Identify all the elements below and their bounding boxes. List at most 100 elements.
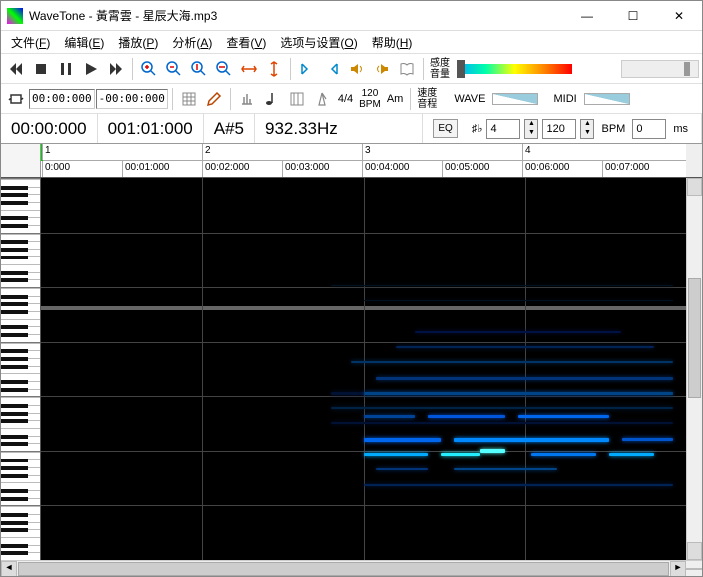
- time-tick: 00:07:000: [605, 162, 650, 173]
- close-button[interactable]: ✕: [656, 1, 702, 31]
- energy-band: [396, 346, 654, 348]
- energy-band: [364, 484, 674, 486]
- time-tick: 00:03:000: [285, 162, 330, 173]
- play-button[interactable]: [79, 57, 103, 81]
- midi-label: MIDI: [553, 93, 576, 105]
- status-time-total: 001:01:000: [98, 114, 204, 143]
- energy-band: [415, 331, 621, 333]
- energy-band: [454, 438, 609, 442]
- fit-height-icon[interactable]: [262, 57, 286, 81]
- note-icon[interactable]: [260, 87, 284, 111]
- maximize-button[interactable]: ☐: [610, 1, 656, 31]
- beats-spinner[interactable]: ▲▼: [524, 119, 538, 139]
- energy-band: [351, 361, 674, 363]
- bpm-spinner[interactable]: ▲▼: [580, 119, 594, 139]
- horizontal-scrollbar[interactable]: ◄►: [1, 560, 702, 576]
- loop-b-icon[interactable]: [320, 57, 344, 81]
- energy-band: [531, 453, 596, 456]
- sensitivity-label: 感度音量: [428, 58, 452, 80]
- sensitivity-slider[interactable]: [457, 64, 572, 74]
- bpm-text: BPM: [601, 123, 625, 135]
- zoom-in-icon[interactable]: [137, 57, 161, 81]
- energy-band: [364, 453, 429, 456]
- pause-button[interactable]: [54, 57, 78, 81]
- wave-slider[interactable]: [492, 93, 538, 105]
- time-ruler[interactable]: 1 2 3 4 0:000 00:01:000 00:02:000 00:03:000 00:…: [41, 144, 686, 177]
- offset-input[interactable]: [632, 119, 666, 139]
- minimize-button[interactable]: —: [564, 1, 610, 31]
- status-time-current: 00:00:000: [1, 114, 98, 143]
- energy-band: [364, 438, 441, 442]
- energy-band: [364, 415, 416, 418]
- energy-band: [428, 415, 505, 418]
- menu-file[interactable]: 文件(F): [5, 32, 56, 53]
- energy-band: [364, 392, 674, 395]
- time-tick: 00:01:000: [125, 162, 170, 173]
- ruler-corner: [1, 144, 41, 177]
- rewind-button[interactable]: [4, 57, 28, 81]
- stop-button[interactable]: [29, 57, 53, 81]
- time-start-field[interactable]: 00:00:000: [29, 89, 95, 109]
- energy-band: [480, 449, 506, 453]
- grid-icon[interactable]: [177, 87, 201, 111]
- measure-icon[interactable]: [235, 87, 259, 111]
- energy-band: [518, 415, 608, 418]
- pencil-icon[interactable]: [202, 87, 226, 111]
- loop-icon[interactable]: [4, 87, 28, 111]
- vertical-scrollbar[interactable]: [686, 178, 702, 560]
- app-icon: [7, 8, 23, 24]
- speaker-l-icon[interactable]: [345, 57, 369, 81]
- menu-analyze[interactable]: 分析(A): [166, 32, 218, 53]
- bar-tick: 1: [45, 145, 51, 156]
- eq-button[interactable]: EQ: [433, 119, 457, 138]
- spectrogram-view[interactable]: [41, 178, 686, 560]
- timesig-label: 4/4: [338, 93, 353, 105]
- menu-play[interactable]: 播放(P): [112, 32, 164, 53]
- menu-bar: 文件(F) 编辑(E) 播放(P) 分析(A) 查看(V) 选项与设置(O) 帮…: [1, 31, 702, 53]
- time-tick: 00:05:000: [445, 162, 490, 173]
- zoom-out-icon[interactable]: [162, 57, 186, 81]
- energy-band: [622, 438, 674, 441]
- energy-band: [331, 422, 673, 424]
- time-end-field[interactable]: -00:00:000: [96, 89, 168, 109]
- bar-tick: 4: [525, 145, 531, 156]
- zoom-out-v-icon[interactable]: [212, 57, 236, 81]
- bpm-display: 120BPM: [357, 88, 383, 110]
- volume-slider[interactable]: [621, 60, 699, 78]
- bpm-input[interactable]: [542, 119, 576, 139]
- menu-options[interactable]: 选项与设置(O): [274, 32, 363, 53]
- energy-band: [376, 468, 428, 470]
- bar-tick: 3: [365, 145, 371, 156]
- speaker-r-icon[interactable]: [370, 57, 394, 81]
- speed-pitch-label: 速度音程: [415, 88, 439, 110]
- book-icon[interactable]: [395, 57, 419, 81]
- fit-width-icon[interactable]: [237, 57, 261, 81]
- zoom-in-v-icon[interactable]: [187, 57, 211, 81]
- energy-band: [376, 377, 673, 380]
- piano-ruler[interactable]: 1234567: [1, 178, 41, 560]
- bars-icon[interactable]: [285, 87, 309, 111]
- bar-tick: 2: [205, 145, 211, 156]
- status-note: A#5: [204, 114, 255, 143]
- menu-help[interactable]: 帮助(H): [366, 32, 419, 53]
- time-tick: 00:04:000: [365, 162, 410, 173]
- menu-view[interactable]: 查看(V): [220, 32, 272, 53]
- energy-band: [331, 407, 673, 409]
- ms-label: ms: [673, 123, 688, 135]
- beats-input[interactable]: [486, 119, 520, 139]
- energy-band: [364, 300, 674, 301]
- key-label: Am: [387, 93, 404, 105]
- status-freq: 932.33Hz: [255, 114, 423, 143]
- loop-a-icon[interactable]: [295, 57, 319, 81]
- window-title: WaveTone - 黃霄雲 - 星辰大海.mp3: [29, 7, 564, 24]
- midi-slider[interactable]: [584, 93, 630, 105]
- metronome-icon[interactable]: [310, 87, 334, 111]
- menu-edit[interactable]: 编辑(E): [58, 32, 110, 53]
- ffwd-button[interactable]: [104, 57, 128, 81]
- tuning-icon[interactable]: ♯♭: [472, 122, 483, 135]
- energy-band: [454, 468, 557, 470]
- time-tick: 00:06:000: [525, 162, 570, 173]
- time-tick: 00:02:000: [205, 162, 250, 173]
- time-tick: 0:000: [45, 162, 70, 173]
- wave-label: WAVE: [454, 93, 485, 105]
